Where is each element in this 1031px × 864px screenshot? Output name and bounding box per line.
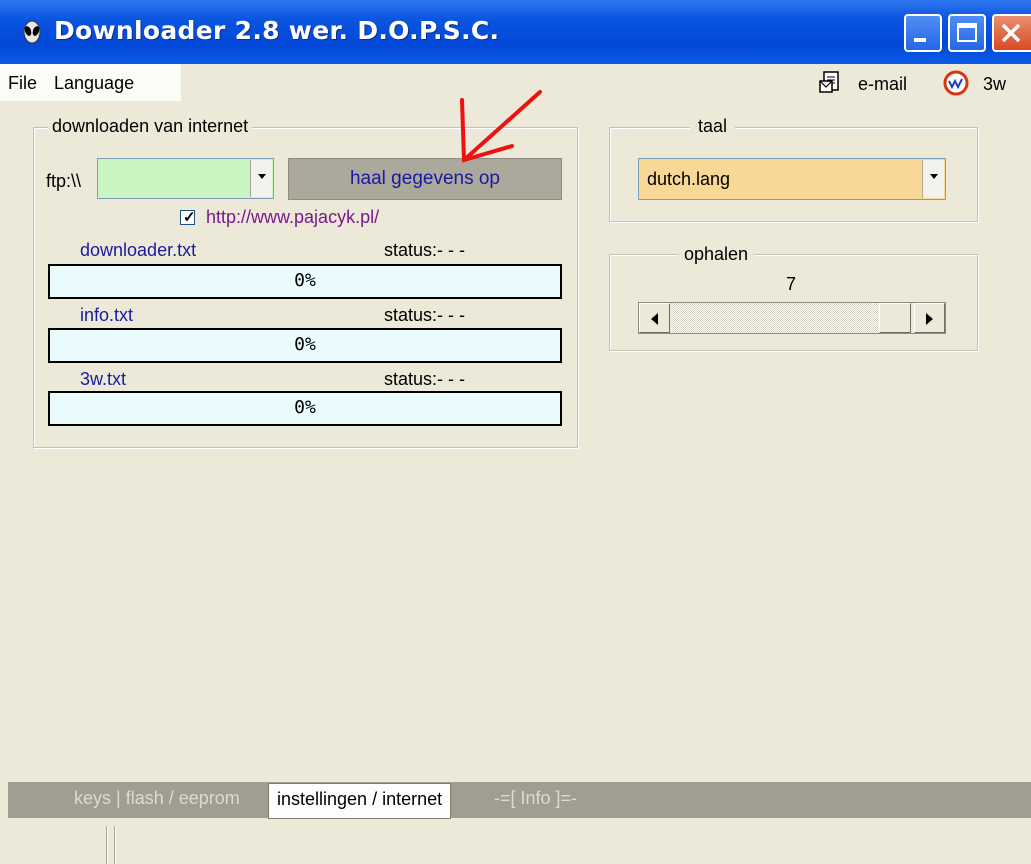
chevron-down-icon[interactable] (250, 160, 272, 197)
maximize-button[interactable] (948, 14, 986, 52)
close-icon (1001, 23, 1021, 43)
tab-info[interactable]: -=[ Info ]=- (494, 788, 577, 809)
window-title: Downloader 2.8 wer. D.O.P.S.C. (54, 16, 500, 45)
progress-bar-3w: 0% (48, 391, 562, 426)
menu-file[interactable]: File (8, 73, 37, 94)
pajacyk-link[interactable]: http://www.pajacyk.pl/ (206, 207, 379, 228)
status-label: status: (384, 369, 438, 389)
ftp-combobox[interactable] (97, 158, 274, 199)
status-panel-1 (8, 826, 106, 864)
close-button[interactable] (992, 14, 1031, 52)
retrieve-value: 7 (786, 274, 797, 294)
file-status-info: status:- - - (384, 305, 465, 326)
email-document-icon (819, 71, 839, 93)
tab-settings-internet[interactable]: instellingen / internet (268, 783, 452, 819)
language-select[interactable]: dutch.lang (638, 158, 946, 200)
menu-language[interactable]: Language (54, 73, 134, 94)
progress-text: 0% (294, 334, 316, 355)
scroll-left-button[interactable] (639, 303, 670, 333)
retrieve-group-legend: ophalen (678, 244, 755, 265)
language-selected-value: dutch.lang (647, 169, 731, 189)
checkmark-icon: ✓ (183, 209, 196, 226)
chevron-down-icon[interactable] (922, 160, 944, 198)
file-name-info: info.txt (80, 305, 134, 325)
tab-strip: keys | flash / eeprom instellingen / int… (8, 782, 1031, 819)
file-name-3w: 3w.txt (80, 369, 127, 389)
status-panel-2 (114, 826, 1031, 864)
progress-bar-info: 0% (48, 328, 562, 363)
status-divider (106, 826, 113, 864)
status-label: status: (384, 240, 438, 260)
status-value: - - - (437, 240, 466, 260)
scroll-right-button[interactable] (914, 303, 945, 333)
maximize-icon (957, 23, 977, 42)
pajacyk-checkbox[interactable]: ✓ (180, 209, 196, 226)
file-status-3w: status:- - - (384, 369, 465, 390)
title-bar[interactable]: Downloader 2.8 wer. D.O.P.S.C. (0, 0, 1031, 64)
tab-keys-flash[interactable]: keys | flash / eeprom (74, 788, 240, 809)
file-name-downloader: downloader.txt (80, 240, 197, 260)
minimize-icon (914, 38, 926, 42)
arrow-right-icon (926, 313, 933, 325)
alien-app-icon (23, 20, 41, 44)
download-group-legend: downloaden van internet (48, 116, 253, 137)
annotation-arrow-icon (460, 90, 542, 163)
minimize-button[interactable] (904, 14, 942, 52)
email-label: e-mail (858, 74, 908, 94)
status-label: status: (384, 305, 438, 325)
arrow-left-icon (651, 313, 658, 325)
status-value: - - - (437, 305, 466, 325)
progress-text: 0% (294, 270, 316, 291)
web-globe-icon (943, 70, 969, 96)
language-group-legend: taal (690, 116, 736, 137)
progress-text: 0% (294, 397, 316, 418)
web-label: 3w (983, 74, 1007, 94)
status-value: - - - (437, 369, 466, 389)
file-status-downloader: status:- - - (384, 240, 465, 261)
status-bar (8, 824, 1031, 864)
scroll-thumb[interactable] (879, 303, 911, 333)
progress-bar-downloader: 0% (48, 264, 562, 299)
ftp-label: ftp:\\ (46, 171, 82, 191)
retrieve-slider[interactable] (638, 302, 946, 334)
